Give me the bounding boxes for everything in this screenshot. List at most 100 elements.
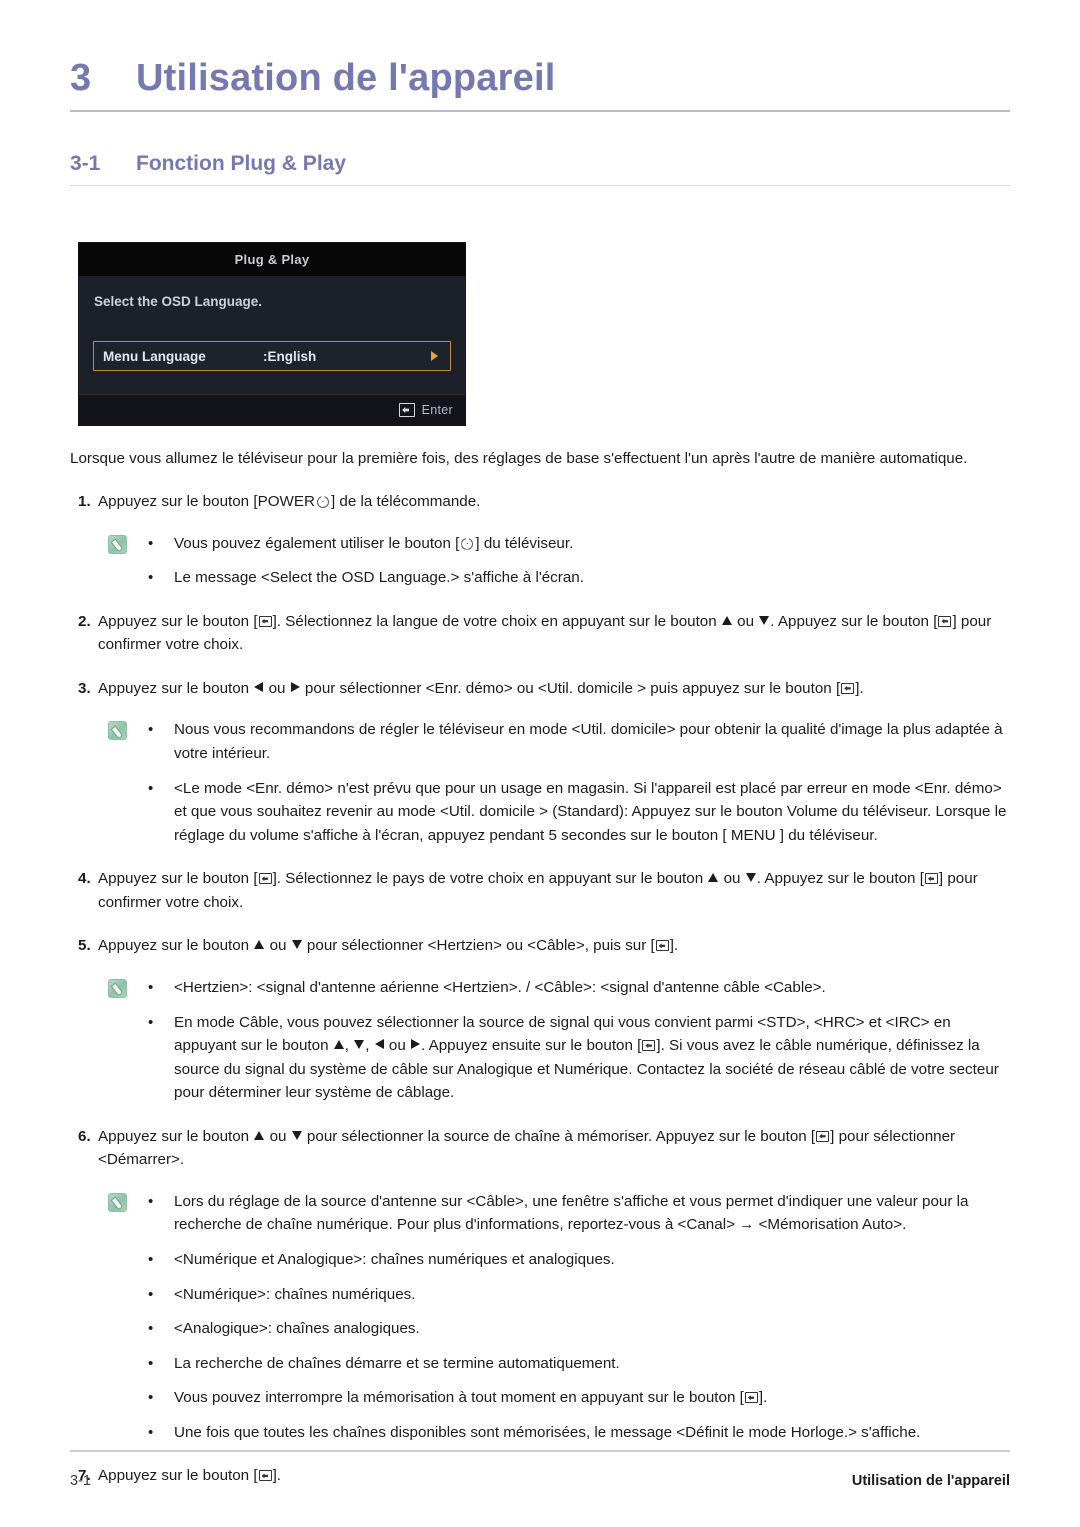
step-text: Appuyez sur le bouton ou pour sélectionn…	[98, 1125, 1003, 1172]
bullet-marker: •	[148, 1320, 154, 1338]
bullet-text-before: Vous pouvez également utiliser le bouton…	[174, 534, 460, 552]
bullet-text: En mode Câble, vous pouvez sélectionner …	[174, 1011, 1010, 1105]
enter-key-icon	[258, 873, 272, 885]
osd-footer: Enter	[79, 394, 465, 425]
osd-row-label: Menu Language	[103, 348, 206, 364]
step-seg-2: ou	[264, 679, 290, 697]
step-text: Appuyez sur le bouton ou pour sélectionn…	[98, 934, 1003, 958]
bullet-text-before: Vous pouvez interrompre la mémorisation …	[174, 1389, 744, 1407]
arrow-down-icon	[745, 873, 756, 883]
chapter-title: Utilisation de l'appareil	[136, 57, 556, 99]
step-seg-1: Appuyez sur le bouton [	[98, 870, 258, 888]
step-1: 1. Appuyez sur le bouton [POWER] de la t…	[70, 490, 1010, 514]
step-text: Appuyez sur le bouton []. Sélectionnez l…	[98, 610, 1003, 657]
arrow-right-icon	[290, 681, 300, 692]
power-icon	[461, 537, 474, 550]
list-item: • Nous vous recommandons de régler le té…	[148, 718, 1010, 765]
arrow-up-icon	[721, 615, 732, 625]
step-seg-4: ].	[669, 937, 679, 955]
list-item: • Le message <Select the OSD Language.> …	[148, 566, 1010, 590]
bullet-text-after: ] du téléviseur.	[475, 534, 574, 552]
arrow-right-icon	[411, 1039, 420, 1050]
section-number: 3-1	[70, 152, 101, 175]
bullet-text: Vous pouvez également utiliser le bouton…	[174, 532, 1010, 556]
step-3: 3. Appuyez sur le bouton ou pour sélecti…	[70, 677, 1010, 701]
bullet-text-after: ].	[758, 1389, 768, 1407]
bullet-marker: •	[148, 1354, 154, 1372]
note-block-3: • Nous vous recommandons de régler le té…	[70, 718, 1010, 847]
footer-divider	[70, 1450, 1010, 1452]
section-heading: 3-1 Fonction Plug & Play	[70, 152, 1010, 176]
step-seg-2: ou	[265, 1127, 291, 1145]
step-text: Appuyez sur le bouton ou pour sélectionn…	[98, 677, 1003, 701]
list-item: • <Hertzien>: <signal d'antenne aérienne…	[148, 976, 1010, 1000]
bullet-marker: •	[148, 1285, 154, 1303]
chapter-number: 3	[70, 57, 92, 99]
arrow-up-icon	[333, 1040, 344, 1050]
bullet-text: <Numérique et Analogique>: chaînes numér…	[174, 1251, 615, 1269]
arrow-down-icon	[291, 940, 302, 950]
bullet-text: Le message <Select the OSD Language.> s'…	[174, 569, 584, 587]
list-item: • Vous pouvez interrompre la mémorisatio…	[148, 1386, 1010, 1410]
list-item: • La recherche de chaînes démarre et se …	[148, 1352, 1010, 1376]
step-text-after: ] de la télécommande.	[330, 493, 481, 511]
step-seg-3: pour sélectionner <Hertzien> ou <Câble>,…	[302, 937, 655, 955]
enter-key-icon	[744, 1392, 758, 1404]
enter-key-icon	[398, 403, 415, 417]
bullet-marker: •	[148, 1013, 154, 1031]
arrow-up-icon	[708, 873, 719, 883]
section-divider	[70, 185, 1010, 186]
step-number: 4.	[78, 870, 91, 888]
enter-key-icon	[642, 1040, 656, 1052]
step-number: 1.	[78, 493, 91, 511]
note-block-6: • Lors du réglage de la source d'antenne…	[70, 1190, 1010, 1445]
step-seg-1: Appuyez sur le bouton [	[98, 612, 258, 630]
bullet-text: Vous pouvez interrompre la mémorisation …	[174, 1386, 1010, 1410]
list-item: • En mode Câble, vous pouvez sélectionne…	[148, 1011, 1010, 1105]
step-seg-2: ou	[265, 937, 291, 955]
note-pencil-icon	[108, 721, 127, 741]
enter-key-icon	[924, 873, 938, 885]
bullet-text: <Analogique>: chaînes analogiques.	[174, 1320, 420, 1338]
osd-prompt-text: Select the OSD Language.	[94, 294, 263, 309]
list-item: • Une fois que toutes les chaînes dispon…	[148, 1421, 1010, 1445]
bullet-marker: •	[148, 1192, 154, 1210]
bullet-marker: •	[148, 1423, 154, 1441]
step-number: 3.	[78, 679, 91, 697]
arrow-down-icon	[291, 1130, 302, 1140]
footer-chapter-title: Utilisation de l'appareil	[851, 1473, 1010, 1489]
bullet-seg-2: ,	[344, 1037, 354, 1055]
step-2: 2. Appuyez sur le bouton []. Sélectionne…	[70, 610, 1010, 657]
step-number: 5.	[78, 937, 91, 955]
enter-key-icon	[841, 682, 855, 694]
step-seg-3: pour sélectionner la source de chaîne à …	[302, 1127, 816, 1145]
note-pencil-icon	[108, 534, 127, 554]
note-pencil-icon	[108, 978, 127, 998]
step-seg-4: ].	[855, 679, 864, 697]
chapter-divider	[70, 110, 1010, 112]
bullet-marker: •	[148, 1251, 154, 1269]
step-5: 5. Appuyez sur le bouton ou pour sélecti…	[70, 934, 1010, 958]
bullet-marker: •	[148, 978, 154, 996]
note-block-1: • Vous pouvez également utiliser le bout…	[70, 532, 1010, 590]
step-number: 2.	[78, 612, 91, 630]
list-item: • <Numérique>: chaînes numériques.	[148, 1283, 1010, 1307]
list-item: • Vous pouvez également utiliser le bout…	[148, 532, 1010, 556]
document-page: 3 Utilisation de l'appareil 3-1 Fonction…	[0, 0, 1080, 1527]
bullet-text: Lors du réglage de la source d'antenne s…	[174, 1192, 969, 1234]
footer-page-number: 3-1	[70, 1473, 91, 1489]
bullet-text: <Numérique>: chaînes numériques.	[174, 1285, 416, 1303]
bullet-marker: •	[148, 1389, 154, 1407]
chevron-right-icon	[431, 351, 438, 361]
arrow-left-icon	[254, 681, 264, 692]
bullet-seg-4: ou	[384, 1037, 410, 1055]
list-item: • Lors du réglage de la source d'antenne…	[148, 1190, 1010, 1237]
step-seg-1: Appuyez sur le bouton	[98, 937, 254, 955]
arrow-up-icon	[254, 940, 265, 950]
step-seg-4: . Appuyez sur le bouton [	[770, 612, 938, 630]
bullet-marker: •	[148, 779, 154, 797]
enter-key-icon	[258, 615, 272, 627]
intro-paragraph: Lorsque vous allumez le téléviseur pour …	[70, 450, 968, 467]
bullet-seg-3: ,	[365, 1037, 374, 1055]
enter-key-icon	[938, 615, 952, 627]
